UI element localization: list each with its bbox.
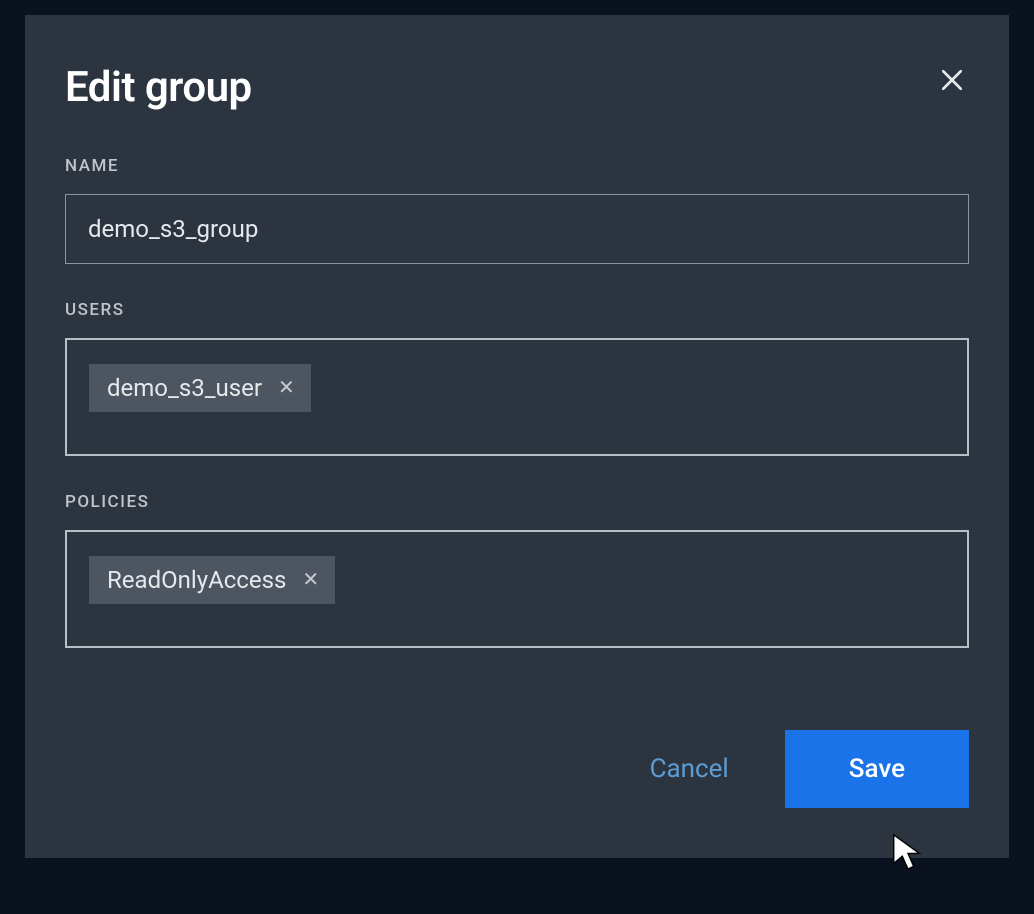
- modal-title: Edit group: [65, 63, 252, 112]
- policy-chip: ReadOnlyAccess ✕: [89, 556, 335, 604]
- remove-icon: ✕: [278, 378, 295, 398]
- policy-chip-label: ReadOnlyAccess: [107, 566, 286, 594]
- policies-label: POLICIES: [65, 492, 969, 512]
- remove-user-button[interactable]: ✕: [276, 378, 297, 398]
- name-label: NAME: [65, 156, 969, 176]
- users-field-group: USERS demo_s3_user ✕: [65, 300, 969, 456]
- remove-icon: ✕: [302, 570, 319, 590]
- save-button[interactable]: Save: [785, 730, 969, 808]
- user-chip-label: demo_s3_user: [107, 374, 262, 402]
- close-button[interactable]: [935, 63, 969, 100]
- users-label: USERS: [65, 300, 969, 320]
- modal-header: Edit group: [65, 63, 969, 112]
- name-input[interactable]: [65, 194, 969, 264]
- edit-group-modal: Edit group NAME USERS demo_s3_user ✕ P: [25, 15, 1009, 858]
- modal-footer: Cancel Save: [65, 730, 969, 808]
- close-icon: [939, 67, 965, 96]
- cancel-button[interactable]: Cancel: [638, 746, 741, 792]
- policies-tag-input[interactable]: ReadOnlyAccess ✕: [65, 530, 969, 648]
- policies-field-group: POLICIES ReadOnlyAccess ✕: [65, 492, 969, 648]
- user-chip: demo_s3_user ✕: [89, 364, 311, 412]
- name-field-group: NAME: [65, 156, 969, 264]
- users-tag-input[interactable]: demo_s3_user ✕: [65, 338, 969, 456]
- remove-policy-button[interactable]: ✕: [300, 570, 321, 590]
